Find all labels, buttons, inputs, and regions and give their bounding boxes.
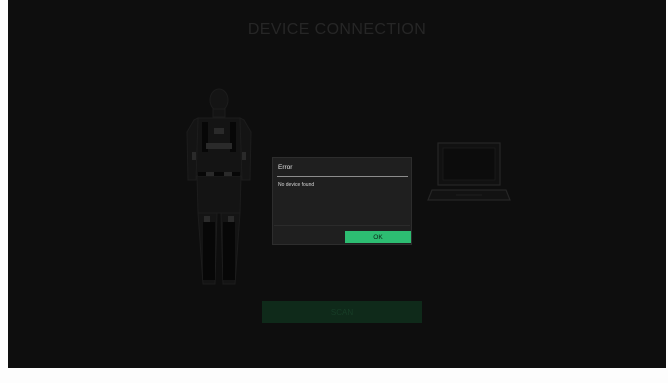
previous-screen-title-remnant bbox=[208, 0, 548, 1]
dialog-footer-divider bbox=[274, 225, 410, 226]
scan-button[interactable]: SCAN bbox=[262, 301, 422, 323]
app-screen: DEVICE CONNECTION SCAN Error No device f… bbox=[8, 0, 666, 368]
dialog-title: Error bbox=[278, 164, 293, 171]
dialog-message: No device found bbox=[278, 182, 315, 188]
error-dialog: Error No device found OK bbox=[272, 157, 412, 245]
dialog-title-divider bbox=[277, 176, 408, 177]
laptop-icon bbox=[427, 142, 511, 201]
ok-button[interactable]: OK bbox=[345, 231, 411, 243]
page-title: DEVICE CONNECTION bbox=[247, 21, 427, 38]
body-suit-icon bbox=[186, 88, 252, 285]
